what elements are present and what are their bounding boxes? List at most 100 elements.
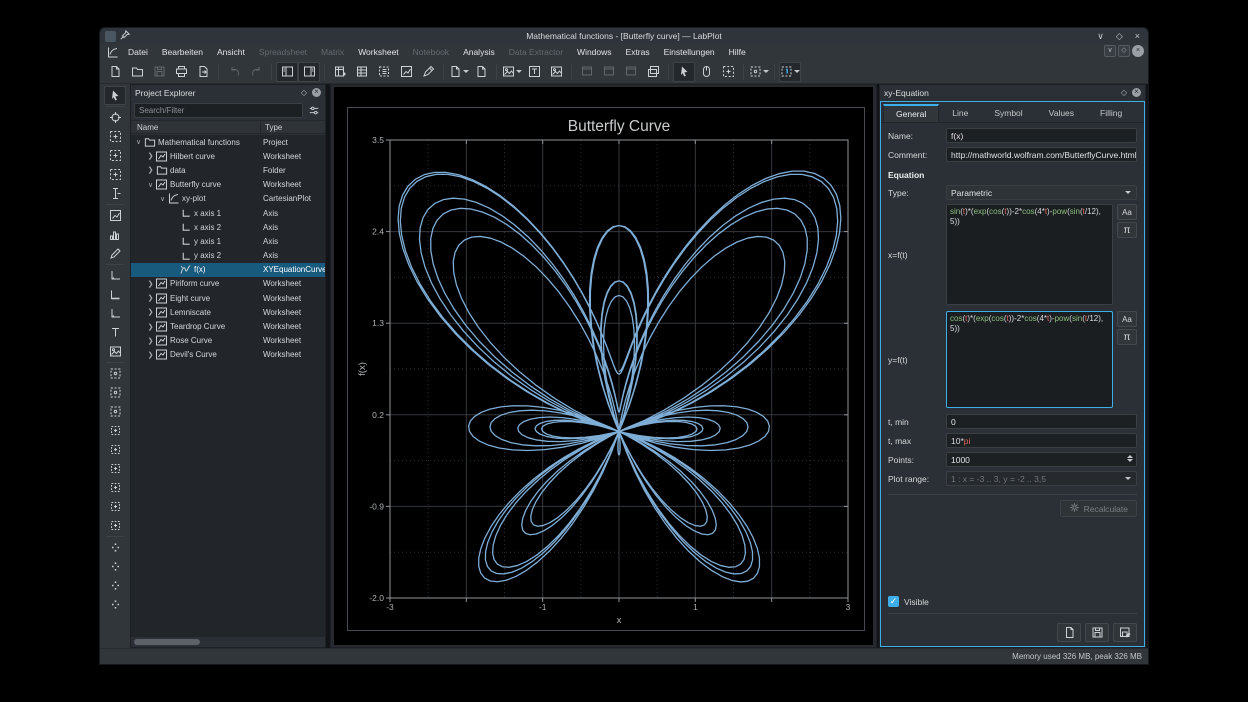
add-text-label-button[interactable] xyxy=(104,323,126,342)
expander-icon[interactable]: ❯ xyxy=(146,323,155,331)
navigate-button[interactable] xyxy=(695,62,717,82)
mdi-close-icon[interactable]: × xyxy=(1132,45,1144,57)
draw-curve-button[interactable] xyxy=(104,244,126,263)
tree-row-y-axis-2[interactable]: y axis 2Axis xyxy=(131,249,325,263)
zoom-out-button[interactable] xyxy=(104,383,126,402)
menu-windows[interactable]: Windows xyxy=(570,44,618,60)
toggle-properties-dock-button[interactable] xyxy=(298,62,320,82)
visible-checkbox[interactable]: ✓ xyxy=(888,596,899,607)
add-plot-button[interactable] xyxy=(104,206,126,225)
search-input[interactable]: Search/Filter xyxy=(134,103,303,118)
menu-analysis[interactable]: Analysis xyxy=(456,44,502,60)
equation-type-select[interactable]: Parametric xyxy=(946,185,1137,200)
tree-row-butterfly-curve[interactable]: ∨Butterfly curveWorksheet xyxy=(131,178,325,192)
cursor-mode-button[interactable] xyxy=(104,184,126,203)
mdi-maximize-icon[interactable]: ◇ xyxy=(1118,45,1130,57)
expander-icon[interactable]: ❯ xyxy=(146,351,155,359)
tree-column-header[interactable]: Name Type xyxy=(131,120,325,134)
new-document-menu-button[interactable] xyxy=(448,62,470,82)
column-name[interactable]: Name xyxy=(131,121,261,133)
tree-row-rose-curve[interactable]: ❯Rose CurveWorksheet xyxy=(131,334,325,348)
expander-icon[interactable]: ❯ xyxy=(146,166,155,174)
insert-function-button[interactable]: Aa xyxy=(1117,204,1137,220)
dock-close-icon[interactable]: × xyxy=(312,88,321,97)
magnification-menu-button[interactable] xyxy=(748,62,770,82)
tree-row-lemniscate[interactable]: ❯LemniscateWorksheet xyxy=(131,305,325,319)
fit-selection-button[interactable] xyxy=(523,62,545,82)
pin-icon[interactable] xyxy=(120,28,130,45)
tree-row-teardrop-curve[interactable]: ❯Teardrop CurveWorksheet xyxy=(131,319,325,333)
zoom-select-mode-button[interactable] xyxy=(717,62,739,82)
mdi-restore-icon[interactable]: ∨ xyxy=(1104,45,1116,57)
tab-values[interactable]: Values xyxy=(1036,104,1087,122)
filter-options-icon[interactable] xyxy=(306,103,322,118)
menu-einstellungen[interactable]: Einstellungen xyxy=(657,44,722,60)
select-pointer-button[interactable] xyxy=(673,62,695,82)
menu-extras[interactable]: Extras xyxy=(619,44,657,60)
menu-worksheet[interactable]: Worksheet xyxy=(351,44,405,60)
dock-float-icon[interactable]: ◇ xyxy=(1121,88,1127,97)
expander-icon[interactable]: ∨ xyxy=(158,195,167,203)
add-image-button[interactable] xyxy=(104,342,126,361)
tree-row-x-axis-1[interactable]: x axis 1Axis xyxy=(131,206,325,220)
auto-scale-x-button[interactable] xyxy=(104,440,126,459)
add-axis-left-button[interactable] xyxy=(104,266,126,285)
minimize-icon[interactable]: ∨ xyxy=(1097,31,1104,42)
crosshair-mode-button[interactable] xyxy=(104,108,126,127)
save-as-template-button[interactable] xyxy=(1113,623,1137,642)
zoom-fit-width-button[interactable] xyxy=(104,576,126,595)
shift-right-x-button[interactable] xyxy=(104,497,126,516)
zoom-origin-button[interactable] xyxy=(104,402,126,421)
duplicate-button[interactable] xyxy=(470,62,492,82)
print-button[interactable] xyxy=(170,62,192,82)
menu-ansicht[interactable]: Ansicht xyxy=(210,44,252,60)
tab-symbol[interactable]: Symbol xyxy=(981,104,1035,122)
tree-row-y-axis-1[interactable]: y axis 1Axis xyxy=(131,234,325,248)
tree-row-hilbert-curve[interactable]: ❯Hilbert curveWorksheet xyxy=(131,149,325,163)
select-mode-button[interactable] xyxy=(104,86,126,105)
zoom-fit-height-button[interactable] xyxy=(104,557,126,576)
new-project-button[interactable] xyxy=(104,62,126,82)
add-axis-bottom-button[interactable] xyxy=(104,285,126,304)
toggle-project-explorer-button[interactable] xyxy=(276,62,298,82)
auto-scale-button[interactable] xyxy=(104,421,126,440)
new-spreadsheet-button[interactable] xyxy=(351,62,373,82)
tree-row-f-x-[interactable]: f(x)XYEquationCurve xyxy=(131,263,325,277)
expander-icon[interactable]: ∨ xyxy=(146,181,155,189)
butterfly-plot[interactable]: Butterfly Curve-3-1133.52.41.30.2-0.9-2.… xyxy=(347,107,865,631)
insert-constant-button[interactable]: π xyxy=(1117,329,1137,345)
menu-hilfe[interactable]: Hilfe xyxy=(722,44,753,60)
zoom-in-button[interactable] xyxy=(104,364,126,383)
menu-datei[interactable]: Datei xyxy=(121,44,155,60)
comment-field[interactable]: http://mathworld.wolfram.com/ButterflyCu… xyxy=(946,147,1137,162)
open-project-button[interactable] xyxy=(126,62,148,82)
export-button[interactable] xyxy=(192,62,214,82)
export-image-menu-button[interactable] xyxy=(501,62,523,82)
color-picker-button[interactable] xyxy=(417,62,439,82)
expander-icon[interactable]: ❯ xyxy=(146,308,155,316)
y-equation-editor[interactable]: cos(t)*(exp(cos(t))-2*cos(4*t)-pow(sin(t… xyxy=(946,311,1113,408)
insert-constant-button[interactable]: π xyxy=(1117,222,1137,238)
points-spinbox[interactable]: 1000 xyxy=(946,452,1137,467)
shift-down-y-button[interactable] xyxy=(104,538,126,557)
menu-bearbeiten[interactable]: Bearbeiten xyxy=(155,44,210,60)
name-field[interactable]: f(x) xyxy=(946,128,1137,143)
tree-row-data[interactable]: ❯dataFolder xyxy=(131,163,325,177)
new-worksheet-button[interactable] xyxy=(395,62,417,82)
add-histogram-button[interactable] xyxy=(104,225,126,244)
new-matrix-button[interactable] xyxy=(373,62,395,82)
save-template-button[interactable] xyxy=(1085,623,1109,642)
dock-close-icon[interactable]: × xyxy=(1132,88,1141,97)
zoom-x-select-button[interactable] xyxy=(104,146,126,165)
tree-row-devil-s-curve[interactable]: ❯Devil's CurveWorksheet xyxy=(131,348,325,362)
expander-icon[interactable]: ∨ xyxy=(134,138,143,146)
expander-icon[interactable]: ❯ xyxy=(146,280,155,288)
zoom-select-button[interactable] xyxy=(104,127,126,146)
tree-row-xy-plot[interactable]: ∨xy-plotCartesianPlot xyxy=(131,192,325,206)
expander-icon[interactable]: ❯ xyxy=(146,337,155,345)
dock-float-icon[interactable]: ◇ xyxy=(301,88,307,97)
tmin-field[interactable]: 0 xyxy=(946,414,1137,429)
maximize-icon[interactable]: ◇ xyxy=(1116,31,1123,42)
zoom-fit-page-button[interactable] xyxy=(104,595,126,614)
tab-line[interactable]: Line xyxy=(939,104,981,122)
